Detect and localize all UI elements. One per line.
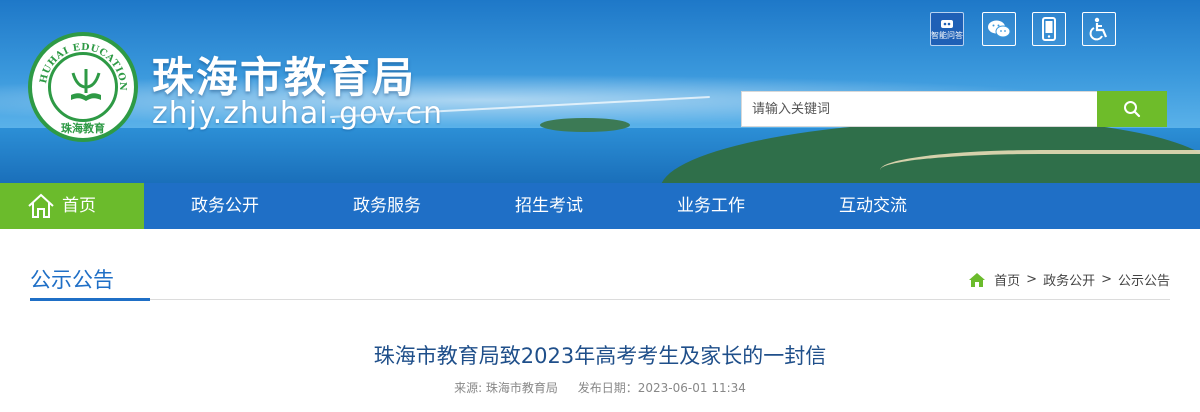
nav-item-label: 首页 bbox=[62, 196, 96, 216]
wheelchair-icon bbox=[1089, 17, 1108, 41]
site-logo[interactable]: ZHUHAI EDUCATION 珠海教育 bbox=[28, 32, 138, 142]
mobile-phone-icon bbox=[1042, 17, 1056, 41]
nav-item-home[interactable]: 首页 bbox=[0, 183, 144, 229]
breadcrumb: 首页 > 政务公开 > 公示公告 bbox=[968, 270, 1170, 289]
article-source: 来源: 珠海市教育局 bbox=[454, 381, 558, 395]
mobile-version-button[interactable] bbox=[1032, 12, 1066, 46]
nav-item-government-affairs[interactable]: 政务公开 bbox=[144, 183, 306, 229]
nav-item-government-services[interactable]: 政务服务 bbox=[306, 183, 468, 229]
accessibility-button[interactable] bbox=[1082, 12, 1116, 46]
breadcrumb-home[interactable]: 首页 bbox=[994, 270, 1020, 289]
logo-cn-text: 珠海教育 bbox=[61, 122, 105, 135]
section-divider-accent bbox=[30, 298, 150, 301]
breadcrumb-government-affairs[interactable]: 政务公开 bbox=[1043, 270, 1095, 289]
nav-item-admissions-exams[interactable]: 招生考试 bbox=[468, 183, 630, 229]
breadcrumb-separator: > bbox=[1026, 272, 1038, 287]
article-publish-time: 发布日期：2023-06-01 11:34 bbox=[577, 381, 746, 395]
wechat-button[interactable] bbox=[982, 12, 1016, 46]
article-title: 珠海市教育局致2023年高考考生及家长的一封信 bbox=[373, 344, 827, 368]
search-button[interactable] bbox=[1097, 91, 1167, 127]
breadcrumb-separator: > bbox=[1101, 272, 1112, 287]
smart-qa-button[interactable]: 智能问答 bbox=[930, 12, 964, 46]
logo-inner-circle bbox=[48, 52, 118, 122]
nav-item-business-work[interactable]: 业务工作 bbox=[630, 183, 792, 229]
robot-icon bbox=[941, 20, 953, 28]
breadcrumb-current[interactable]: 公示公告 bbox=[1118, 270, 1170, 289]
search-input[interactable] bbox=[741, 91, 1098, 127]
breadcrumb-home-icon bbox=[969, 272, 986, 287]
site-domain: zhjy.zhuhai.gov.cn bbox=[152, 96, 444, 131]
banner-beach bbox=[880, 150, 1200, 183]
banner-small-island bbox=[540, 118, 630, 132]
article-meta: 来源: 珠海市教育局 发布日期：2023-06-01 11:34 bbox=[0, 379, 1200, 396]
search-icon bbox=[1124, 101, 1141, 118]
home-icon bbox=[28, 193, 54, 218]
nav-item-interaction[interactable]: 互动交流 bbox=[792, 183, 954, 229]
smart-qa-label: 智能问答 bbox=[931, 31, 963, 40]
main-nav: 首页 政务公开 政务服务 招生考试 业务工作 互动交流 bbox=[0, 183, 1200, 229]
wechat-icon bbox=[988, 20, 1011, 38]
header-banner: ZHUHAI EDUCATION 珠海教育 珠海市教育局 zhjy.zhuhai… bbox=[0, 0, 1200, 183]
section-title: 公示公告 bbox=[30, 268, 114, 292]
section-divider bbox=[30, 299, 1170, 300]
education-emblem-icon bbox=[71, 69, 101, 101]
